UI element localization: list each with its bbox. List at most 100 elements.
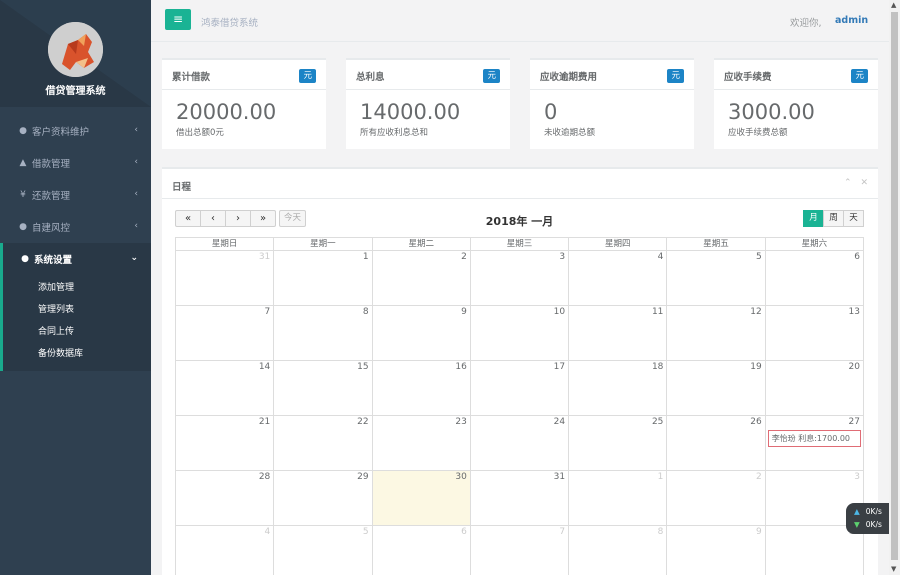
collapse-icon[interactable]: ⌃ xyxy=(844,178,852,188)
calendar-day[interactable]: 28 xyxy=(176,471,275,525)
card-subtext: 借出总额0元 xyxy=(176,128,224,138)
calendar-day[interactable]: 5 xyxy=(667,251,766,305)
calendar-week: 28 29 30 31 1 2 3 xyxy=(175,470,864,525)
stat-card-total-interest: 总利息 元 14000.00 所有应收利息总和 xyxy=(346,58,510,149)
calendar-day[interactable]: 31 xyxy=(176,251,275,305)
weekday-label: 星期三 xyxy=(471,238,570,250)
submenu-item-backup-db[interactable]: 备份数据库 xyxy=(3,343,151,365)
sidebar-item-customer[interactable]: ● 客户资料维护 ‹ xyxy=(0,115,151,147)
calendar-day[interactable]: 17 xyxy=(471,361,570,415)
calendar-day[interactable]: 8 xyxy=(274,306,373,360)
chevron-left-icon: ‹ xyxy=(134,157,138,167)
card-title: 应收逾期费用 xyxy=(540,72,598,83)
calendar-day[interactable]: 29 xyxy=(274,471,373,525)
card-value: 0 xyxy=(544,100,558,124)
sidebar-item-repayment[interactable]: ¥ 还款管理 ‹ xyxy=(0,179,151,211)
calendar-title: 2018年 一月 xyxy=(485,215,554,228)
calendar-day[interactable]: 6 xyxy=(373,526,471,575)
calendar-day[interactable]: 1 xyxy=(274,251,373,305)
menu-toggle-button[interactable]: ≡ xyxy=(165,9,191,30)
user-link[interactable]: admin xyxy=(835,15,868,26)
calendar-day[interactable]: 22 xyxy=(274,416,373,470)
sidebar-header: 借贷管理系统 xyxy=(0,0,151,107)
calendar-day-with-event[interactable]: 27 李怡玢 利息:1700.00 xyxy=(766,416,864,470)
card-divider xyxy=(346,89,510,90)
calendar-day[interactable]: 10 xyxy=(471,306,570,360)
calendar-day[interactable]: 18 xyxy=(569,361,668,415)
avatar[interactable] xyxy=(48,22,103,77)
sidebar-item-label: 借款管理 xyxy=(32,159,71,170)
calendar-day[interactable]: 7 xyxy=(176,306,275,360)
calendar-day[interactable]: 24 xyxy=(471,416,570,470)
calendar-day-today[interactable]: 30 xyxy=(372,471,471,525)
calendar-day[interactable]: 9 xyxy=(373,306,471,360)
calendar-day[interactable]: 1 xyxy=(569,471,668,525)
stat-card-overdue-fees: 应收逾期费用 元 0 未收逾期总额 xyxy=(530,58,694,149)
chevron-left-icon: ‹ xyxy=(134,189,138,199)
calendar-day[interactable]: 20 xyxy=(766,361,864,415)
calendar-day[interactable]: 6 xyxy=(766,251,864,305)
weekday-label: 星期四 xyxy=(569,238,668,250)
day-view-button[interactable]: 天 xyxy=(843,210,864,227)
calendar-day[interactable]: 2 xyxy=(667,471,766,525)
calendar-day[interactable]: 13 xyxy=(766,306,864,360)
calendar-day[interactable]: 4 xyxy=(569,251,668,305)
sidebar-item-risk[interactable]: ● 自建风控 ‹ xyxy=(0,211,151,243)
calendar-day[interactable]: 2 xyxy=(373,251,471,305)
upload-speed-value: 0K/s xyxy=(865,507,882,516)
card-value: 3000.00 xyxy=(728,100,815,124)
calendar-day[interactable]: 15 xyxy=(274,361,373,415)
calendar-day[interactable]: 11 xyxy=(569,306,668,360)
calendar-day[interactable]: 5 xyxy=(274,526,373,575)
currency-badge: 元 xyxy=(483,69,500,83)
weekday-label: 星期六 xyxy=(801,239,828,249)
home-icon: ▲ xyxy=(19,158,27,168)
calendar-day[interactable]: 25 xyxy=(569,416,668,470)
calendar-day[interactable]: 7 xyxy=(471,526,570,575)
upload-arrow-icon: ▲ xyxy=(854,507,860,516)
close-icon[interactable]: ✕ xyxy=(860,178,868,188)
calendar-day[interactable]: 14 xyxy=(176,361,275,415)
download-speed: ▼ 0K/s xyxy=(854,520,882,529)
scroll-down-arrow-icon[interactable]: ▼ xyxy=(891,565,896,573)
sidebar-item-loans[interactable]: ▲ 借款管理 ‹ xyxy=(0,147,151,179)
calendar-day[interactable]: 21 xyxy=(176,416,275,470)
calendar-day[interactable]: 16 xyxy=(373,361,471,415)
calendar-day[interactable]: 9 xyxy=(667,526,766,575)
sidebar-nav: ● 客户资料维护 ‹ ▲ 借款管理 ‹ ¥ 还款管理 ‹ ● 自建风控 ‹ ● … xyxy=(0,115,151,371)
calendar-week: 7 8 9 10 11 12 13 xyxy=(175,305,864,360)
calendar-day[interactable]: 19 xyxy=(667,361,766,415)
sidebar-item-label: 系统设置 xyxy=(34,255,73,266)
sidebar-item-settings[interactable]: ● 系统设置 ⌄ xyxy=(0,243,151,275)
calendar-week: 14 15 16 17 18 19 20 xyxy=(175,360,864,415)
submenu-item-admin-list[interactable]: 管理列表 xyxy=(3,299,151,321)
week-view-button[interactable]: 周 xyxy=(823,210,844,227)
calendar-day[interactable]: 23 xyxy=(373,416,471,470)
welcome-text: 欢迎你, xyxy=(790,18,822,29)
settings-submenu: 添加管理 管理列表 合同上传 备份数据库 xyxy=(0,275,151,371)
user-icon: ● xyxy=(19,222,27,232)
card-value: 14000.00 xyxy=(360,100,461,124)
scroll-up-arrow-icon[interactable]: ▲ xyxy=(891,1,896,9)
calendar-week: 21 22 23 24 25 26 27 李怡玢 利息:1700.00 xyxy=(175,415,864,470)
calendar-day[interactable]: 4 xyxy=(176,526,275,575)
calendar-day[interactable]: 3 xyxy=(471,251,570,305)
calendar-day[interactable]: 26 xyxy=(667,416,766,470)
scroll-thumb[interactable] xyxy=(891,12,898,560)
card-subtext: 所有应收利息总和 xyxy=(360,128,429,138)
currency-badge: 元 xyxy=(851,69,868,83)
month-view-button[interactable]: 月 xyxy=(803,210,824,227)
calendar-day[interactable]: 31 xyxy=(471,471,570,525)
calendar-day[interactable]: 8 xyxy=(569,526,668,575)
card-title: 累计借款 xyxy=(172,72,211,83)
card-divider xyxy=(714,89,878,90)
scrollbar[interactable]: ▲ ▼ xyxy=(889,0,900,575)
panel-title: 日程 xyxy=(172,182,192,193)
calendar-day[interactable]: 10 xyxy=(766,526,864,575)
calendar-event[interactable]: 李怡玢 利息:1700.00 xyxy=(767,430,861,447)
calendar-grid: 星期日 星期一 星期二 星期三 星期四 星期五 星期六 31 1 2 3 4 5… xyxy=(175,237,864,575)
submenu-item-add-admin[interactable]: 添加管理 xyxy=(3,277,151,299)
submenu-item-contract-upload[interactable]: 合同上传 xyxy=(3,321,151,343)
calendar-day[interactable]: 12 xyxy=(667,306,766,360)
chevron-left-icon: ‹ xyxy=(134,221,138,231)
